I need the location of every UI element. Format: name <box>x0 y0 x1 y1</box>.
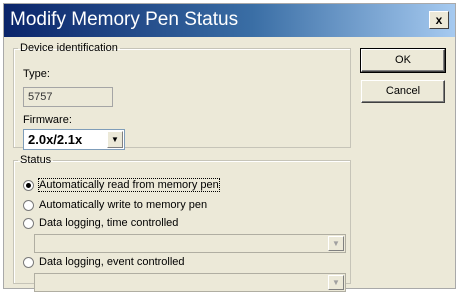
device-identification-label: Device identification <box>20 42 118 54</box>
radio-auto-write-label: Automatically write to memory pen <box>39 199 208 211</box>
ok-button[interactable]: OK <box>360 48 446 73</box>
window-title: Modify Memory Pen Status <box>10 9 239 30</box>
chevron-down-icon[interactable]: ▼ <box>107 131 123 148</box>
time-controlled-select[interactable]: ▼ <box>34 234 346 253</box>
radio-time-controlled[interactable]: Data logging, time controlled <box>23 217 178 229</box>
radio-event-controlled[interactable]: Data logging, event controlled <box>23 256 185 268</box>
chevron-down-icon[interactable]: ▼ <box>328 236 344 251</box>
radio-auto-read-label: Automatically read from memory pen <box>38 178 220 192</box>
type-field[interactable]: 5757 <box>23 87 113 107</box>
chevron-down-icon[interactable]: ▼ <box>328 275 344 290</box>
firmware-label: Firmware: <box>23 114 72 126</box>
radio-auto-read[interactable]: Automatically read from memory pen <box>23 178 220 192</box>
firmware-select[interactable]: 2.0x/2.1x ▼ <box>23 129 125 150</box>
type-value: 5757 <box>28 91 53 103</box>
radio-button[interactable] <box>23 256 34 268</box>
radio-button[interactable] <box>23 217 34 229</box>
device-identification-group: Device identification Type: 5757 Firmwar… <box>13 42 351 150</box>
dialog-window: Modify Memory Pen Status x Device identi… <box>3 3 456 292</box>
radio-button[interactable] <box>23 179 34 191</box>
close-button[interactable]: x <box>429 11 449 29</box>
status-group: Status Automatically read from memory pe… <box>13 154 351 292</box>
event-controlled-select[interactable]: ▼ <box>34 273 346 292</box>
cancel-button[interactable]: Cancel <box>361 80 445 103</box>
firmware-selected-value: 2.0x/2.1x <box>28 132 83 147</box>
radio-event-controlled-label: Data logging, event controlled <box>39 256 185 268</box>
type-label: Type: <box>23 68 50 80</box>
radio-auto-write[interactable]: Automatically write to memory pen <box>23 199 207 211</box>
radio-time-controlled-label: Data logging, time controlled <box>39 217 179 229</box>
status-label: Status <box>20 154 52 166</box>
title-bar[interactable]: Modify Memory Pen Status x <box>4 4 455 37</box>
radio-button[interactable] <box>23 199 34 211</box>
close-icon: x <box>435 13 443 27</box>
